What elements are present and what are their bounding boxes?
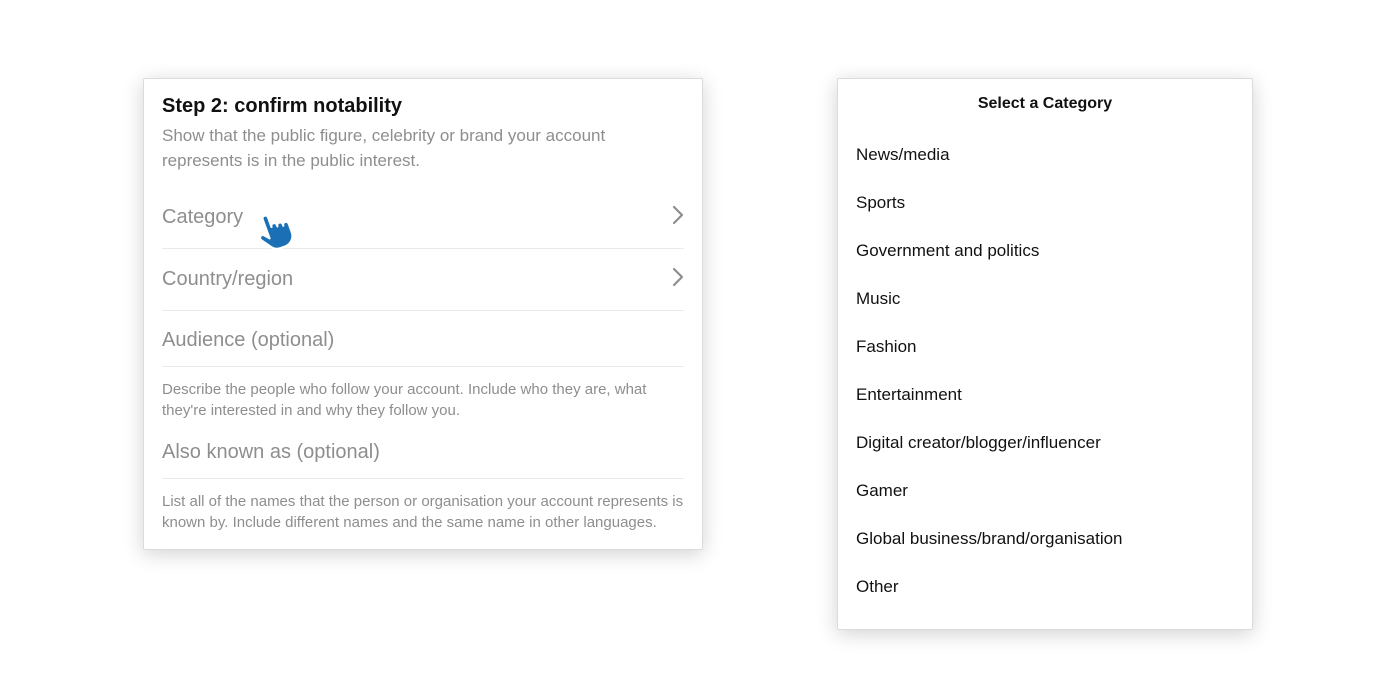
step-description: Show that the public figure, celebrity o… [162, 124, 684, 173]
category-option[interactable]: Fashion [856, 323, 1234, 371]
category-option[interactable]: Other [856, 563, 1234, 611]
country-label: Country/region [162, 268, 293, 291]
audience-help-text: Describe the people who follow your acco… [162, 367, 684, 423]
select-category-panel: Select a Category News/media Sports Gove… [837, 78, 1253, 630]
category-option[interactable]: Gamer [856, 467, 1234, 515]
category-option[interactable]: Digital creator/blogger/influencer [856, 419, 1234, 467]
chevron-right-icon [672, 205, 684, 230]
aka-label[interactable]: Also known as (optional) [162, 423, 684, 479]
country-row[interactable]: Country/region [162, 249, 684, 311]
chevron-right-icon [672, 267, 684, 292]
select-category-title: Select a Category [856, 95, 1234, 113]
step-title: Step 2: confirm notability [162, 95, 684, 118]
category-option[interactable]: Global business/brand/organisation [856, 515, 1234, 563]
category-option[interactable]: Sports [856, 179, 1234, 227]
category-option[interactable]: Entertainment [856, 371, 1234, 419]
audience-label[interactable]: Audience (optional) [162, 311, 684, 367]
aka-help-text: List all of the names that the person or… [162, 479, 684, 533]
category-option[interactable]: News/media [856, 131, 1234, 179]
category-row[interactable]: Category [162, 187, 684, 249]
category-option[interactable]: Music [856, 275, 1234, 323]
notability-form-panel: Step 2: confirm notability Show that the… [143, 78, 703, 550]
category-label: Category [162, 206, 243, 229]
category-option[interactable]: Government and politics [856, 227, 1234, 275]
